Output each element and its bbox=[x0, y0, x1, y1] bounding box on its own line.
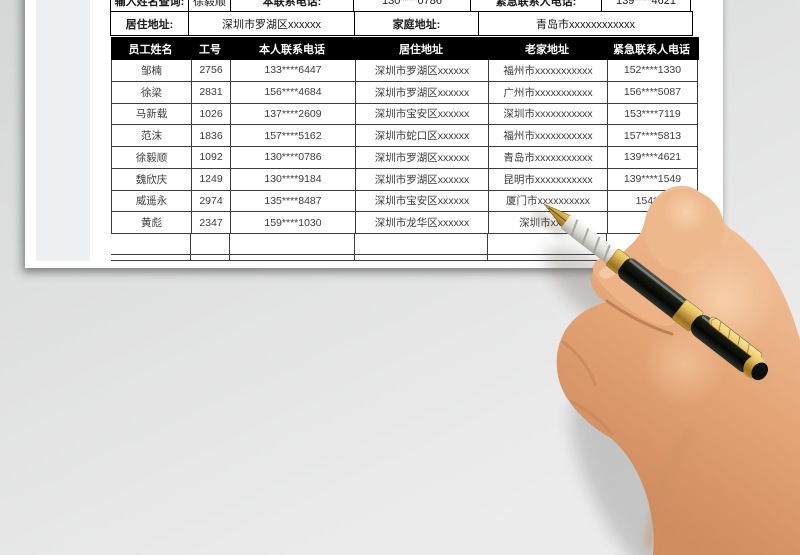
table-row: 马新载 1026 137****2609 深圳市宝安区xxxxxx 深圳市xxxxxxx… bbox=[112, 103, 699, 126]
table-cell[interactable]: 130****9184 bbox=[231, 168, 356, 191]
lookup-home-label: 家庭地址: bbox=[354, 11, 479, 36]
table-cell[interactable]: 邹楠 bbox=[112, 60, 192, 82]
table-cell[interactable]: 厦门市xxxxxxxxxx bbox=[489, 190, 608, 213]
table-cell[interactable]: 徐毅顺 bbox=[112, 147, 192, 169]
table-row: 徐毅顺 1092 130****0786 深圳市罗湖区xxxxxx 青岛市xxxxxxx… bbox=[112, 147, 699, 169]
employee-table-header: 员工姓名 工号 本人联系电话 居住地址 老家地址 紧急联系人电话 bbox=[111, 37, 699, 60]
contact-sheet: 输入姓名查询: 徐毅顺 本联系电话: 130****0786 紧急联系人电话: … bbox=[110, 0, 699, 261]
table-cell[interactable]: 深圳市宝安区xxxxxx bbox=[356, 190, 489, 213]
column-header: 本人联系电话 bbox=[230, 37, 355, 60]
table-cell[interactable]: 133****6447 bbox=[231, 60, 356, 82]
table-cell[interactable]: 黄彪 bbox=[112, 212, 192, 234]
table-cell[interactable]: 深圳市xxxxxxxxxxx bbox=[489, 103, 608, 126]
table-cell[interactable]: 1092 bbox=[192, 147, 231, 169]
table-cell[interactable]: 2974 bbox=[192, 190, 231, 213]
table-cell[interactable]: 福州市xxxxxxxxxxx bbox=[489, 60, 608, 82]
partial-row[interactable] bbox=[111, 255, 699, 261]
table-cell[interactable]: 2347 bbox=[192, 212, 231, 234]
table-cell[interactable]: 1026 bbox=[192, 103, 231, 126]
table-cell[interactable]: 135****8487 bbox=[231, 190, 356, 213]
table-row: 威遥永 2974 135****8487 深圳市宝安区xxxxxx 厦门市xxxxxxx… bbox=[112, 190, 699, 213]
table-cell[interactable]: 139****4621 bbox=[608, 147, 698, 169]
table-row: 黄彪 2347 159****1030 深圳市龙华区xxxxxx 深圳市xxxxx bbox=[112, 212, 699, 234]
table-row: 邹楠 2756 133****6447 深圳市罗湖区xxxxxx 福州市xxxxxxxx… bbox=[112, 60, 699, 82]
table-cell[interactable]: 157****5162 bbox=[231, 125, 356, 147]
column-header: 工号 bbox=[191, 37, 230, 60]
pen-center-band bbox=[672, 299, 704, 332]
empty-row[interactable] bbox=[111, 234, 699, 255]
lookup-residence-label: 居住地址: bbox=[110, 11, 189, 36]
column-header: 居住地址 bbox=[355, 37, 488, 60]
table-cell[interactable]: 深圳市罗湖区xxxxxx bbox=[356, 147, 489, 169]
table-cell[interactable]: 156****4684 bbox=[231, 81, 356, 104]
left-margin-panel bbox=[36, 0, 90, 261]
scene: 输入姓名查询: 徐毅顺 本联系电话: 130****0786 紧急联系人电话: … bbox=[0, 0, 800, 555]
table-cell[interactable]: 157****5813 bbox=[608, 125, 698, 147]
table-row: 徐梁 2831 156****4684 深圳市罗湖区xxxxxx 广州市xxxxxxxx… bbox=[112, 81, 699, 104]
pen-clip bbox=[710, 318, 763, 361]
cast-shadow bbox=[544, 245, 720, 555]
table-cell[interactable]: 2831 bbox=[192, 81, 231, 104]
table-cell[interactable]: 152****1330 bbox=[608, 60, 698, 82]
lookup-residence-value[interactable]: 深圳市罗湖区xxxxxx bbox=[188, 11, 355, 36]
table-cell[interactable]: 深圳市宝安区xxxxxx bbox=[356, 103, 489, 126]
spreadsheet-paper: 输入姓名查询: 徐毅顺 本联系电话: 130****0786 紧急联系人电话: … bbox=[25, 0, 723, 268]
table-cell[interactable]: 深圳市xxxxx bbox=[489, 212, 608, 234]
table-cell[interactable]: 福州市xxxxxxxxxxx bbox=[489, 125, 608, 147]
table-cell[interactable]: 1249 bbox=[192, 168, 231, 191]
table-cell[interactable]: 深圳市罗湖区xxxxxx bbox=[356, 168, 489, 191]
pen-end-tip bbox=[751, 362, 769, 381]
table-cell[interactable]: 范沫 bbox=[112, 125, 192, 147]
table-cell[interactable]: 徐梁 bbox=[112, 81, 192, 104]
table-cell[interactable]: 137****2609 bbox=[231, 103, 356, 126]
lookup-home-value[interactable]: 青岛市xxxxxxxxxxxx bbox=[478, 11, 693, 36]
table-cell[interactable]: 130****0786 bbox=[231, 147, 356, 169]
table-cell[interactable]: 154**** bbox=[608, 190, 698, 213]
table-row: 范沫 1836 157****5162 深圳市蛇口区xxxxxx 福州市xxxxxxxx… bbox=[112, 125, 699, 147]
column-header: 紧急联系人电话 bbox=[607, 37, 697, 60]
pen-end-ring bbox=[743, 355, 765, 379]
table-row: 魏欣庆 1249 130****9184 深圳市罗湖区xxxxxx 昆明市xxxxxxx… bbox=[112, 168, 699, 191]
table-cell[interactable]: 159****1030 bbox=[231, 212, 356, 234]
table-cell[interactable]: 153****7119 bbox=[608, 103, 698, 126]
employee-table-body: 邹楠 2756 133****6447 深圳市罗湖区xxxxxx 福州市xxxxxxxx… bbox=[111, 60, 699, 234]
column-header: 员工姓名 bbox=[111, 37, 191, 60]
pen-cap bbox=[690, 315, 758, 373]
column-header: 老家地址 bbox=[488, 37, 607, 60]
table-cell[interactable]: 威遥永 bbox=[112, 190, 192, 213]
table-cell[interactable]: 青岛市xxxxxxxxxxx bbox=[489, 147, 608, 169]
table-cell[interactable] bbox=[608, 212, 698, 234]
table-cell[interactable]: 1836 bbox=[192, 125, 231, 147]
table-cell[interactable]: 广州市xxxxxxxxxxx bbox=[489, 81, 608, 104]
lookup-row-2: 居住地址: 深圳市罗湖区xxxxxx 家庭地址: 青岛市xxxxxxxxxxxx bbox=[110, 11, 699, 36]
table-cell[interactable]: 昆明市xxxxxxxxxxx bbox=[489, 168, 608, 191]
table-cell[interactable]: 马新载 bbox=[112, 103, 192, 126]
table-cell[interactable]: 156****5087 bbox=[608, 81, 698, 104]
table-cell[interactable]: 深圳市罗湖区xxxxxx bbox=[356, 60, 489, 82]
table-cell[interactable]: 2756 bbox=[192, 60, 231, 82]
table-cell[interactable]: 深圳市罗湖区xxxxxx bbox=[356, 81, 489, 104]
table-cell[interactable]: 139****1549 bbox=[608, 168, 698, 191]
table-cell[interactable]: 魏欣庆 bbox=[112, 168, 192, 191]
table-cell[interactable]: 深圳市龙华区xxxxxx bbox=[356, 212, 489, 234]
table-cell[interactable]: 深圳市蛇口区xxxxxx bbox=[356, 125, 489, 147]
